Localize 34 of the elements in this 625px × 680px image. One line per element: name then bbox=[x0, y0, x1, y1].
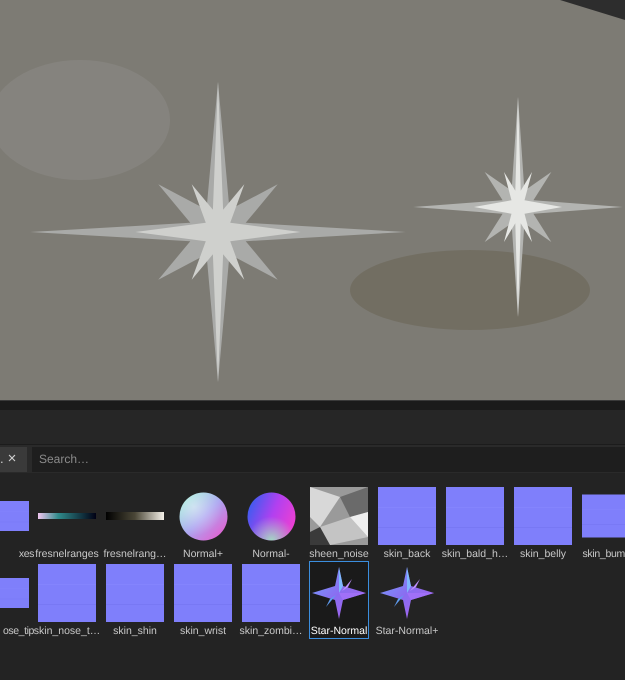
star-icon bbox=[380, 567, 434, 619]
search-field[interactable]: Search… bbox=[32, 446, 625, 472]
asset-label[interactable]: skin_wrist bbox=[180, 624, 226, 638]
normal-map-thumbnail bbox=[514, 487, 572, 545]
asset-label[interactable]: xes bbox=[18, 547, 34, 561]
asset-label[interactable]: skin_bald_h… bbox=[442, 547, 508, 561]
asset-label[interactable]: sheen_noise bbox=[309, 547, 369, 561]
asset-label[interactable]: skin_belly bbox=[520, 547, 566, 561]
normal-map-thumbnail bbox=[242, 564, 300, 622]
asset-label[interactable]: Normal- bbox=[252, 547, 290, 561]
asset-label[interactable]: skin_zombi… bbox=[239, 624, 303, 638]
gradient-strip bbox=[106, 512, 164, 520]
asset-label[interactable]: skin_back bbox=[384, 547, 430, 561]
gradient-strip bbox=[38, 513, 96, 519]
asset-label[interactable]: skin_bum bbox=[582, 547, 625, 561]
normal-map-thumbnail bbox=[378, 487, 436, 545]
asset-label[interactable]: fresnelrang… bbox=[103, 547, 167, 561]
close-icon[interactable]: × bbox=[8, 448, 16, 470]
asset-label[interactable]: Normal+ bbox=[183, 547, 223, 561]
normal-map-thumbnail bbox=[446, 487, 504, 545]
asset-label[interactable]: Star-Normal+ bbox=[376, 624, 438, 638]
tag-label: . bbox=[0, 450, 4, 468]
noise-thumbnail bbox=[310, 487, 368, 545]
asset-label[interactable]: fresnelranges bbox=[35, 547, 99, 561]
splitter-bar[interactable] bbox=[0, 400, 625, 410]
asset-label[interactable]: skin_nose_t… bbox=[34, 624, 100, 638]
normal-map-thumbnail bbox=[106, 564, 164, 622]
filter-tag[interactable]: . × bbox=[0, 446, 27, 472]
normal-map-thumbnail bbox=[38, 564, 96, 622]
asset-label[interactable]: skin_shin bbox=[113, 624, 157, 638]
normal-map-thumbnail bbox=[174, 564, 232, 622]
asset-label[interactable]: ose_tip bbox=[2, 624, 34, 638]
star-icon bbox=[312, 567, 366, 619]
asset-label[interactable]: Star-Normal bbox=[310, 624, 368, 638]
